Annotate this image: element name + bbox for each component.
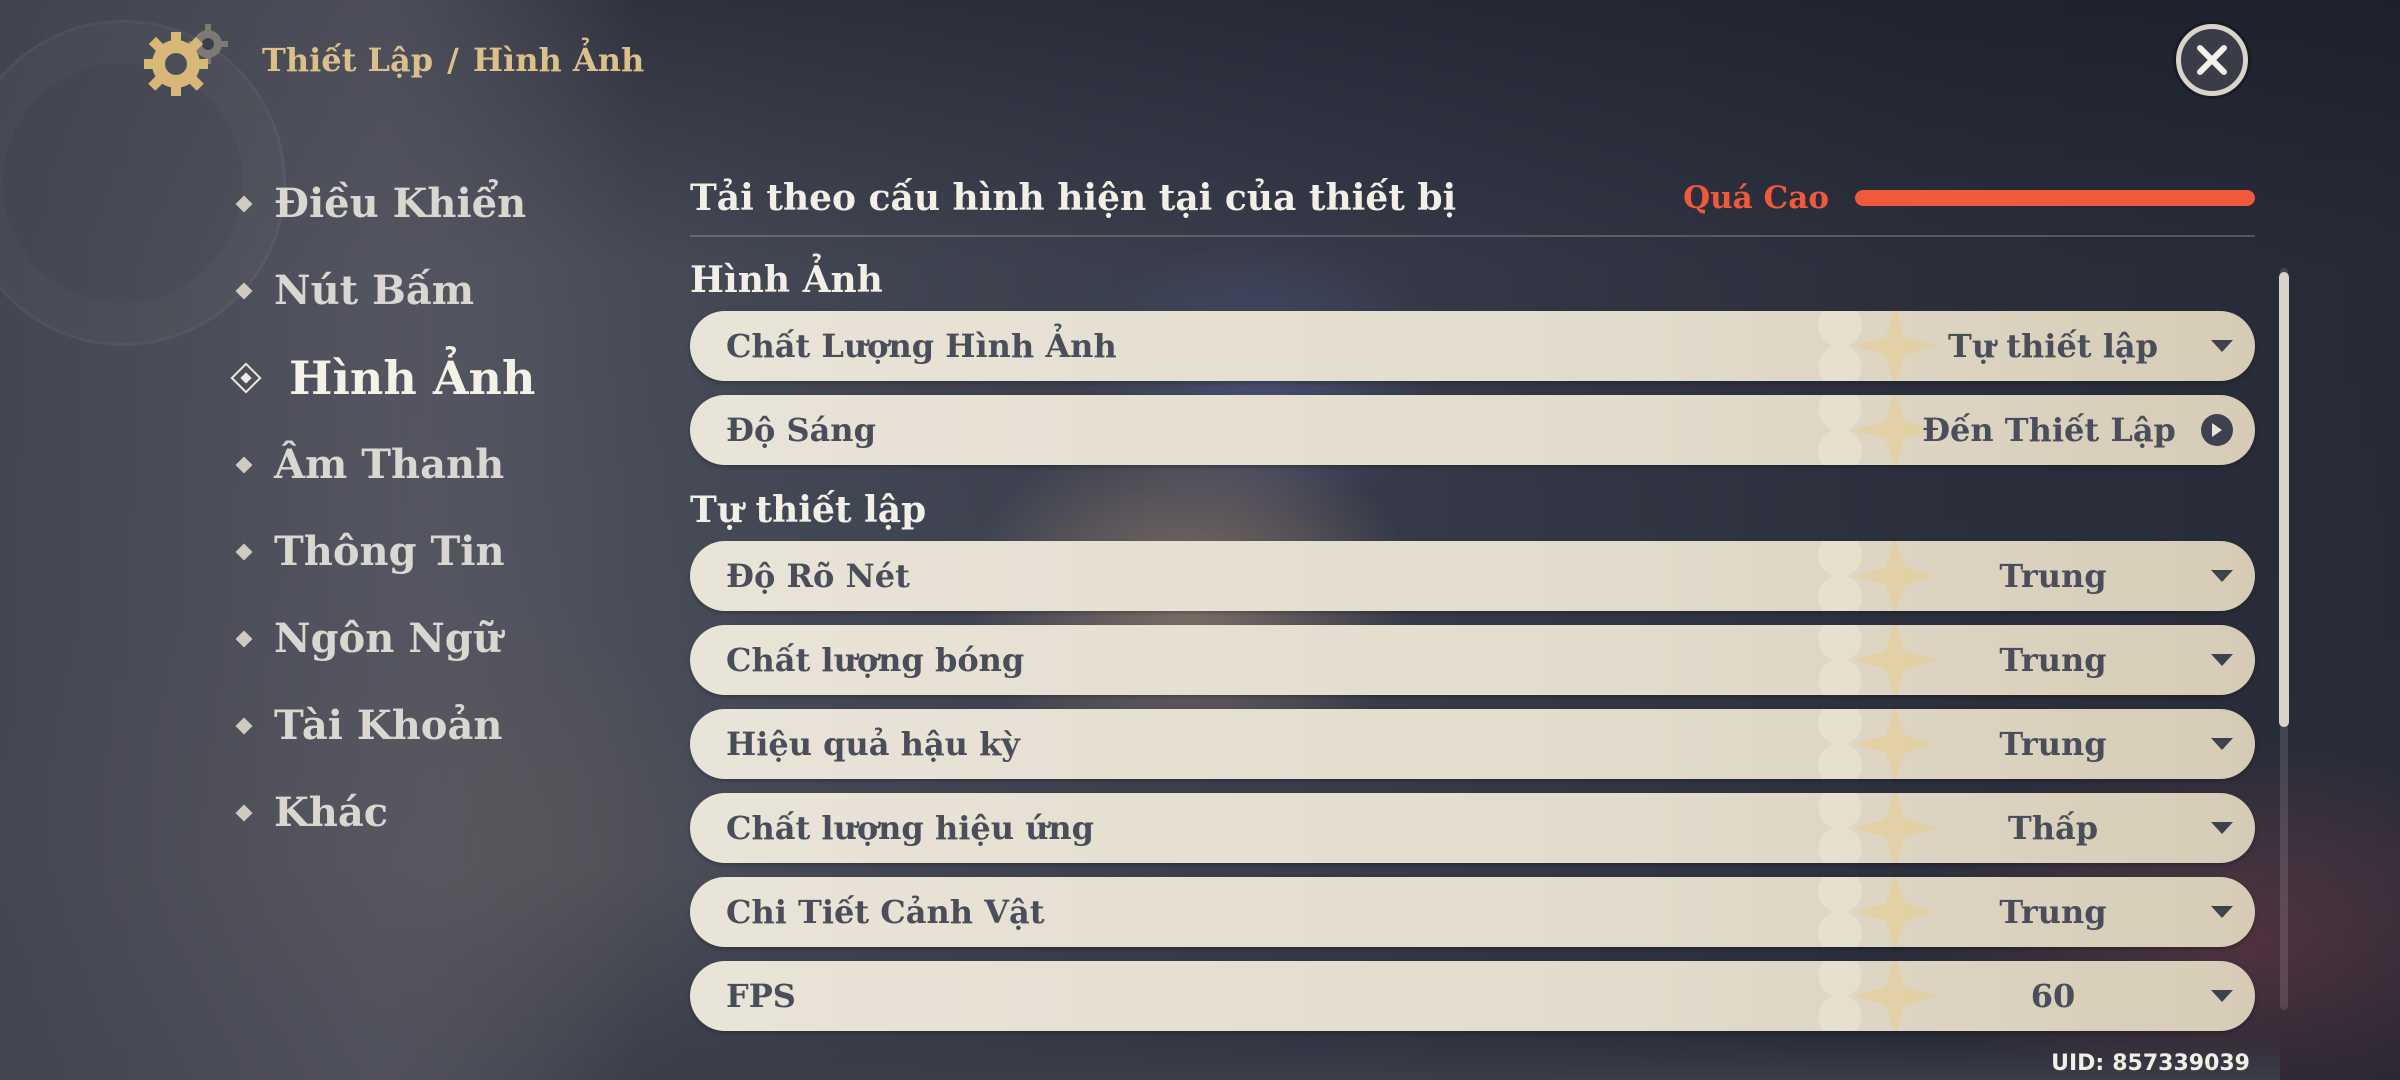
list-fade-overlay: [680, 1035, 2280, 1080]
sidebar-item-language[interactable]: Ngôn Ngữ: [232, 595, 632, 682]
setting-effects-quality[interactable]: Chất lượng hiệu ứng Thấp: [690, 793, 2255, 863]
sidebar-item-info[interactable]: Thông Tin: [232, 508, 632, 595]
graphics-quality-dropdown[interactable]: Tự thiết lập: [1923, 327, 2233, 365]
breadcrumb-separator: /: [447, 41, 459, 79]
sidebar-item-label: Nút Bấm: [274, 267, 475, 314]
setting-scene-detail[interactable]: Chi Tiết Cảnh Vật Trung: [690, 877, 2255, 947]
setting-post-processing[interactable]: Hiệu quả hậu kỳ Trung: [690, 709, 2255, 779]
caret-down-icon: [2211, 654, 2233, 666]
scrollbar-thumb[interactable]: [2279, 272, 2289, 727]
sidebar-item-graphics[interactable]: Hình Ảnh: [230, 334, 632, 421]
diamond-bullet-icon: [235, 543, 253, 560]
post-processing-dropdown[interactable]: Trung: [1923, 725, 2233, 763]
device-load-label: Tải theo cấu hình hiện tại của thiết bị: [690, 176, 1457, 219]
sidebar-item-label: Tài Khoản: [274, 702, 503, 749]
shadow-quality-dropdown[interactable]: Trung: [1923, 641, 2233, 679]
uid-value: 857339039: [2112, 1051, 2250, 1076]
close-icon: [2197, 45, 2227, 75]
setting-value: Trung: [1999, 893, 2107, 931]
scene-detail-dropdown[interactable]: Trung: [1923, 893, 2233, 931]
device-load-bar: [1855, 189, 2255, 206]
brightness-link[interactable]: Đến Thiết Lập: [1919, 411, 2233, 449]
diamond-selected-icon: [230, 361, 262, 394]
device-load-level: Quá Cao: [1683, 179, 1829, 216]
setting-name: Chất lượng bóng: [726, 641, 1025, 679]
setting-fps[interactable]: FPS 60: [690, 961, 2255, 1031]
diamond-bullet-icon: [235, 630, 253, 647]
device-load-row: Tải theo cấu hình hiện tại của thiết bị …: [690, 160, 2255, 237]
sidebar-item-label: Khác: [274, 789, 389, 836]
setting-value: Trung: [1999, 725, 2107, 763]
setting-brightness[interactable]: Độ Sáng Đến Thiết Lập: [690, 395, 2255, 465]
sidebar-item-label: Âm Thanh: [274, 441, 505, 488]
device-load-status: Quá Cao: [1683, 180, 2255, 216]
caret-down-icon: [2211, 990, 2233, 1002]
setting-shadow-quality[interactable]: Chất lượng bóng Trung: [690, 625, 2255, 695]
setting-name: Độ Rõ Nét: [726, 557, 910, 595]
sidebar-item-label: Hình Ảnh: [289, 350, 536, 405]
setting-name: Chi Tiết Cảnh Vật: [726, 893, 1045, 931]
breadcrumb-section: Thiết Lập: [262, 41, 434, 79]
setting-name: FPS: [726, 977, 796, 1015]
setting-graphics-quality[interactable]: Chất Lượng Hình Ảnh Tự thiết lập: [690, 311, 2255, 381]
settings-sidebar: Điều Khiển Nút Bấm Hình Ảnh Âm Thanh Thô…: [230, 160, 632, 856]
sidebar-item-other[interactable]: Khác: [232, 769, 632, 856]
setting-value: Tự thiết lập: [1948, 327, 2158, 365]
device-load-fill: [1855, 189, 2255, 206]
setting-name: Chất Lượng Hình Ảnh: [726, 327, 1117, 365]
sidebar-item-label: Thông Tin: [274, 528, 505, 575]
sidebar-item-label: Ngôn Ngữ: [274, 615, 502, 662]
setting-name: Hiệu quả hậu kỳ: [726, 725, 1020, 763]
setting-value: Thấp: [2007, 809, 2099, 847]
uid-footer: UID: 857339039: [2051, 1051, 2250, 1076]
fps-dropdown[interactable]: 60: [1923, 977, 2233, 1015]
setting-value: Trung: [1999, 557, 2107, 595]
breadcrumb-page: Hình Ảnh: [472, 41, 645, 79]
caret-down-icon: [2211, 570, 2233, 582]
caret-down-icon: [2211, 340, 2233, 352]
arrow-right-circle-icon: [2201, 414, 2233, 446]
header: Thiết Lập / Hình Ảnh: [140, 20, 644, 100]
sidebar-item-label: Điều Khiển: [274, 180, 527, 227]
section-title-graphics: Hình Ảnh: [690, 259, 883, 301]
sidebar-item-account[interactable]: Tài Khoản: [232, 682, 632, 769]
diamond-bullet-icon: [235, 804, 253, 821]
setting-name: Độ Sáng: [726, 411, 876, 449]
setting-sharpness[interactable]: Độ Rõ Nét Trung: [690, 541, 2255, 611]
uid-label: UID:: [2051, 1051, 2105, 1076]
graphics-settings-panel: Tải theo cấu hình hiện tại của thiết bị …: [690, 160, 2255, 1045]
caret-down-icon: [2211, 822, 2233, 834]
diamond-bullet-icon: [235, 282, 253, 299]
breadcrumb: Thiết Lập / Hình Ảnh: [262, 41, 644, 79]
effects-quality-dropdown[interactable]: Thấp: [1923, 809, 2233, 847]
section-title-custom: Tự thiết lập: [690, 489, 927, 531]
setting-value: Trung: [1999, 641, 2107, 679]
diamond-bullet-icon: [235, 717, 253, 734]
diamond-bullet-icon: [235, 456, 253, 473]
caret-down-icon: [2211, 906, 2233, 918]
diamond-bullet-icon: [235, 195, 253, 212]
setting-value: Đến Thiết Lập: [1922, 411, 2176, 449]
caret-down-icon: [2211, 738, 2233, 750]
sidebar-item-controls[interactable]: Điều Khiển: [232, 160, 632, 247]
close-button[interactable]: [2176, 24, 2248, 96]
setting-value: 60: [2030, 977, 2076, 1015]
sharpness-dropdown[interactable]: Trung: [1923, 557, 2233, 595]
sidebar-item-buttons[interactable]: Nút Bấm: [232, 247, 632, 334]
sidebar-item-audio[interactable]: Âm Thanh: [232, 421, 632, 508]
setting-name: Chất lượng hiệu ứng: [726, 809, 1095, 847]
gear-icon: [140, 20, 232, 100]
